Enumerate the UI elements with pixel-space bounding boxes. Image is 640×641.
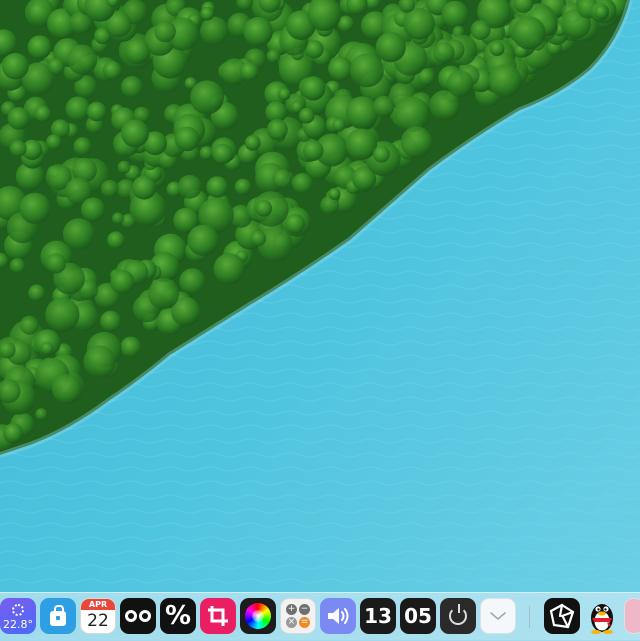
clock-minute-text: 05 (404, 604, 432, 628)
color-picker-launcher[interactable] (240, 598, 276, 634)
app-store-launcher[interactable] (40, 598, 76, 634)
speaker-icon (328, 608, 349, 624)
desktop-wallpaper (0, 0, 640, 640)
aperture-app-launcher[interactable] (544, 598, 580, 634)
qq-launcher[interactable] (584, 598, 620, 634)
overflow-app-launcher[interactable] (624, 598, 640, 634)
owl-eyes-icon (125, 610, 137, 622)
crop-icon (208, 606, 228, 626)
calculator-key: + (286, 604, 297, 615)
weather-widget[interactable]: 22.8° (0, 598, 36, 634)
calendar-month: APR (81, 599, 115, 610)
volume-control[interactable] (320, 598, 356, 634)
calculator-key: − (299, 604, 310, 615)
calculator-launcher[interactable]: + − × = (280, 598, 316, 634)
penguin-icon (591, 604, 613, 634)
shopping-bag-icon (50, 604, 66, 626)
calculator-key: = (299, 617, 310, 628)
percent-icon: % (164, 601, 192, 631)
clock-hour[interactable]: 13 (360, 598, 396, 634)
clock-minute[interactable]: 05 (400, 598, 436, 634)
expand-tray-button[interactable] (480, 598, 516, 634)
color-wheel-icon (245, 603, 271, 629)
crop-app-launcher[interactable] (200, 598, 236, 634)
owl-app-launcher[interactable] (120, 598, 156, 634)
aperture-icon (549, 603, 575, 629)
calculator-key: × (286, 617, 297, 628)
owl-eyes-icon (139, 610, 151, 622)
power-icon (449, 604, 467, 625)
calendar-launcher[interactable]: APR 22 (80, 598, 116, 634)
percent-app-launcher[interactable]: % (160, 598, 196, 634)
sun-icon (12, 603, 24, 616)
calendar-day: 22 (87, 611, 109, 631)
chevron-down-icon (490, 612, 506, 621)
dock-divider (529, 606, 530, 628)
clock-hour-text: 13 (364, 604, 392, 628)
power-button[interactable] (440, 598, 476, 634)
weather-temperature: 22.8° (3, 617, 33, 631)
